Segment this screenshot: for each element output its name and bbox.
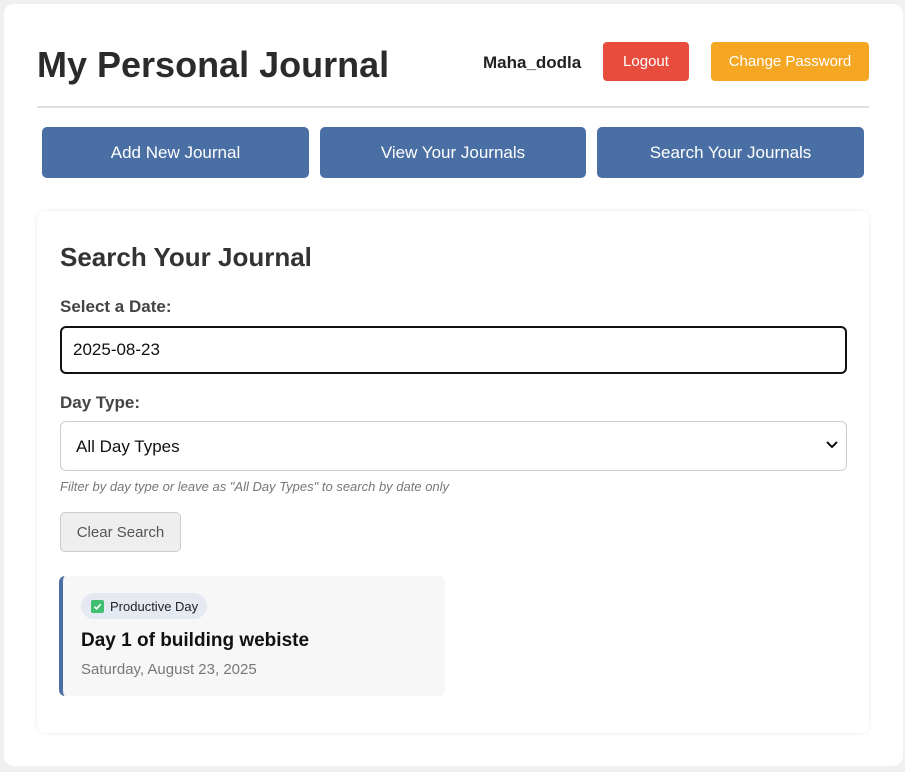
date-input[interactable] (60, 326, 847, 374)
clear-search-button[interactable]: Clear Search (60, 512, 181, 552)
view-journals-button[interactable]: View Your Journals (320, 127, 586, 178)
page: My Personal Journal Maha_dodla Logout Ch… (4, 4, 903, 766)
search-title: Search Your Journal (60, 242, 312, 272)
search-journals-button[interactable]: Search Your Journals (597, 127, 864, 178)
app-title: My Personal Journal (37, 44, 390, 85)
logout-button[interactable]: Logout (603, 42, 689, 81)
day-type-label: Day Type: (60, 393, 140, 412)
filter-hint: Filter by day type or leave as "All Day … (60, 479, 450, 494)
username: Maha_dodla (483, 53, 582, 72)
change-password-button[interactable]: Change Password (711, 42, 869, 81)
check-icon (91, 599, 104, 613)
search-card: Search Your Journal Select a Date: Day T… (37, 211, 869, 733)
entry-title: Day 1 of building webiste (81, 630, 310, 651)
chevron-down-icon (826, 441, 838, 449)
header: My Personal Journal Maha_dodla Logout Ch… (37, 4, 869, 108)
add-new-journal-button[interactable]: Add New Journal (42, 127, 309, 178)
entry-date: Saturday, August 23, 2025 (81, 661, 257, 678)
day-type-badge: Productive Day (81, 593, 208, 619)
date-label: Select a Date: (60, 297, 172, 316)
badge-label: Productive Day (110, 598, 199, 614)
journal-entry-card[interactable]: Productive Day Day 1 of building webiste… (59, 576, 445, 696)
day-type-select[interactable]: All Day Types (60, 421, 847, 471)
day-type-selected: All Day Types (76, 437, 180, 456)
